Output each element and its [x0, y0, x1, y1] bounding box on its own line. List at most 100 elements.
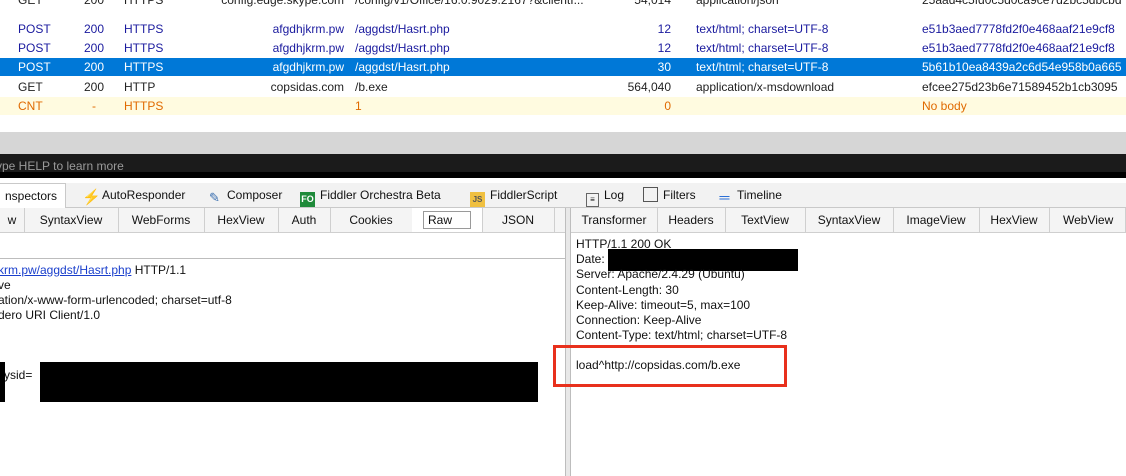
- sessions-grid[interactable]: GET 200 HTTPS config.edge.skype.com /con…: [0, 0, 1126, 132]
- tab-autoresponder[interactable]: ⚡AutoResponder: [82, 183, 185, 207]
- tab-response-webview[interactable]: WebView: [1049, 208, 1126, 232]
- response-server-header: Server: Apache/2.4.29 (Ubuntu): [576, 267, 745, 281]
- session-content-type: application/x-msdownload: [696, 80, 835, 94]
- tab-label: Auth: [291, 213, 317, 227]
- session-method: POST: [18, 60, 51, 74]
- session-row-tunnel[interactable]: CNT - HTTPS 1 0 No body: [0, 97, 1126, 115]
- session-hash: e51b3aed7778fd2f0e468aaf21e9cf8: [922, 22, 1115, 36]
- tab-label: WebForms: [131, 213, 191, 227]
- tab-request-hexview[interactable]: HexView: [204, 208, 279, 232]
- script-icon: JS: [470, 192, 485, 207]
- tab-label: SyntaxView: [39, 213, 103, 227]
- session-host: afgdhjkrm.pw: [272, 60, 344, 74]
- tab-fiddlerscript[interactable]: JS FiddlerScript: [470, 183, 557, 207]
- tab-log[interactable]: ≡ Log: [586, 183, 624, 207]
- tab-label: Raw: [422, 211, 471, 229]
- tab-label: JSON: [501, 213, 534, 227]
- session-body-size: 12: [657, 22, 671, 36]
- session-protocol: HTTP: [124, 80, 156, 94]
- request-header-line: dero URI Client/1.0: [0, 308, 101, 322]
- tab-timeline[interactable]: ═ Timeline: [717, 183, 782, 207]
- session-protocol: HTTPS: [124, 41, 164, 55]
- session-body-size: 30: [657, 60, 671, 74]
- session-host: 1: [355, 99, 362, 113]
- request-header-line: ation/x-www-form-urlencoded; charset=utf…: [0, 293, 232, 307]
- tab-request-syntaxview[interactable]: SyntaxView: [24, 208, 119, 232]
- quickexec-bar[interactable]: ype HELP to learn more: [0, 154, 1126, 178]
- session-hash: 5b61b10ea8439a2c6d54e958b0a665: [922, 60, 1122, 74]
- tab-label: w: [7, 213, 17, 227]
- session-method: CNT: [18, 99, 43, 113]
- tab-request-auth[interactable]: Auth: [278, 208, 331, 232]
- session-row[interactable]: POST 200 HTTPS afgdhjkrm.pw /aggdst/Hasr…: [0, 39, 1126, 57]
- session-url: /config/v1/Office/16.0.9029.2167?&client…: [355, 0, 584, 7]
- tab-fiddler-orchestra[interactable]: FO Fiddler Orchestra Beta: [300, 183, 441, 207]
- request-url-link[interactable]: krm.pw/aggdst/Hasrt.php: [0, 263, 131, 277]
- redaction-block: [40, 362, 538, 402]
- redaction-block: [0, 362, 5, 402]
- session-content-type: application/json: [696, 0, 779, 7]
- orchestra-icon: FO: [300, 192, 315, 207]
- tab-label: Headers: [668, 213, 714, 227]
- session-row[interactable]: GET 200 HTTP copsidas.com /b.exe 564,040…: [0, 78, 1126, 96]
- session-host: copsidas.com: [270, 80, 344, 94]
- response-connection: Connection: Keep-Alive: [576, 313, 702, 327]
- tab-label: TextView: [741, 213, 789, 227]
- tab-inspectors[interactable]: nspectors: [0, 183, 67, 208]
- session-protocol: HTTPS: [124, 0, 164, 7]
- pencil-icon: ✎: [209, 190, 220, 205]
- tab-response-hexview[interactable]: HexView: [979, 208, 1050, 232]
- session-row[interactable]: POST 200 HTTPS afgdhjkrm.pw /aggdst/Hasr…: [0, 20, 1126, 38]
- tab-request-cookies[interactable]: Cookies: [330, 208, 413, 232]
- session-status: -: [92, 99, 96, 113]
- tab-response-syntaxview[interactable]: SyntaxView: [805, 208, 894, 232]
- main-tabbar: nspectors ⚡AutoResponder ✎ Composer FO Fid…: [0, 183, 1126, 208]
- session-row-selected[interactable]: POST 200 HTTPS afgdhjkrm.pw /aggdst/Hasr…: [0, 58, 1126, 76]
- session-hash: e51b3aed7778fd2f0e468aaf21e9cf8: [922, 41, 1115, 55]
- tab-response-textview[interactable]: TextView: [725, 208, 806, 232]
- session-status: 200: [84, 22, 105, 36]
- tab-filters[interactable]: Filters: [643, 183, 696, 207]
- session-url: /b.exe: [355, 80, 388, 94]
- session-status: 200: [84, 60, 105, 74]
- status-bar: [0, 172, 1126, 178]
- tab-label: Transformer: [581, 213, 647, 227]
- tab-request-json[interactable]: JSON: [482, 208, 555, 232]
- tab-response-imageview[interactable]: ImageView: [893, 208, 980, 232]
- tab-request-headers[interactable]: w: [0, 208, 25, 232]
- session-content-type: text/html; charset=UTF-8: [696, 60, 829, 74]
- request-raw-view[interactable]: krm.pw/aggdst/Hasrt.php HTTP/1.1 ve atio…: [0, 233, 565, 476]
- tab-orchestra-label: Fiddler Orchestra Beta: [320, 188, 441, 202]
- tab-label: HexView: [217, 213, 265, 227]
- session-url: /aggdst/Hasrt.php: [355, 60, 450, 74]
- tab-response-headers[interactable]: Headers: [657, 208, 726, 232]
- tab-request-raw[interactable]: Raw: [412, 208, 483, 232]
- session-status: 200: [84, 80, 105, 94]
- timeline-icon: ═: [719, 189, 730, 205]
- request-line: krm.pw/aggdst/Hasrt.php HTTP/1.1: [0, 263, 186, 277]
- tab-timeline-label: Timeline: [737, 188, 782, 202]
- session-row[interactable]: GET 200 HTTPS config.edge.skype.com /con…: [0, 0, 1126, 9]
- session-method: GET: [18, 80, 43, 94]
- tab-composer[interactable]: ✎ Composer: [207, 183, 282, 207]
- session-hash: 25aad4c5fd0c5d0ca9ce7d2bc5dbcbd: [922, 0, 1122, 7]
- lightning-icon: ⚡: [82, 189, 101, 206]
- tab-inspectors-label: nspectors: [5, 189, 58, 203]
- session-body-size: 12: [657, 41, 671, 55]
- session-host: afgdhjkrm.pw: [272, 22, 344, 36]
- session-body-size: 0: [664, 99, 671, 113]
- tab-label: ImageView: [906, 213, 966, 227]
- tab-filters-label: Filters: [663, 188, 696, 202]
- tab-log-label: Log: [604, 188, 625, 202]
- response-keep-alive: Keep-Alive: timeout=5, max=100: [576, 298, 751, 312]
- tab-response-transformer[interactable]: Transformer: [571, 208, 658, 232]
- session-url: /aggdst/Hasrt.php: [355, 22, 450, 36]
- log-icon: ≡: [586, 193, 599, 207]
- session-method: GET: [18, 0, 43, 7]
- grid-horizontal-scrollbar[interactable]: [0, 132, 1126, 154]
- response-inspector-tabs: Transformer Headers TextView SyntaxView …: [571, 208, 1126, 233]
- request-divider: [0, 258, 565, 259]
- highlight-box: [553, 345, 787, 387]
- tab-request-webforms[interactable]: WebForms: [118, 208, 205, 232]
- session-protocol: HTTPS: [124, 99, 164, 113]
